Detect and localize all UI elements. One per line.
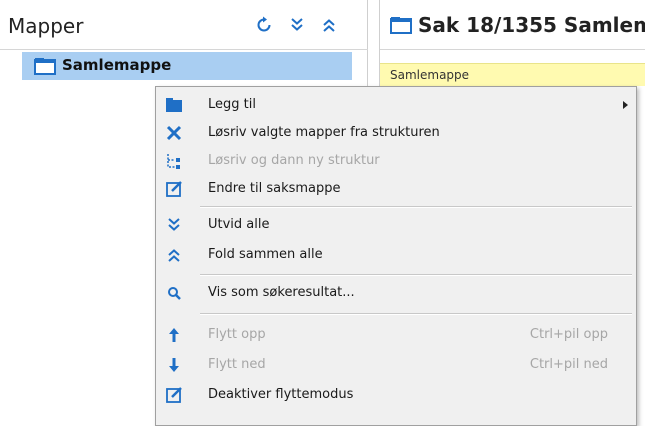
expand-all-icon[interactable] [287,15,307,35]
folder-icon [390,16,412,34]
tree-node-label[interactable]: Samlemappe [62,56,171,74]
edit-icon [164,179,184,199]
menu-item-label: Løsriv og dann ny struktur [208,153,380,168]
submenu-arrow-icon [623,101,628,109]
context-menu: Legg til Løsriv valgte mapper fra strukt… [155,86,637,426]
menu-item-detach-new-structure[interactable]: Løsriv og dann ny struktur [156,147,636,175]
delete-x-icon [164,123,184,143]
refresh-icon[interactable] [254,15,274,35]
arrow-up-icon [164,325,184,345]
menu-item-label: Utvid alle [208,217,270,232]
edit-icon [164,385,184,405]
menu-item-expand-all[interactable]: Utvid alle [156,211,636,239]
tree-structure-icon [164,151,184,171]
menu-item-label: Fold sammen alle [208,247,323,262]
menu-separator [200,313,632,315]
case-subtitle: Samlemappe [390,68,470,82]
menu-item-shortcut: Ctrl+pil ned [529,357,608,372]
folders-panel-header: Mapper [0,0,368,50]
menu-item-label: Flytt ned [208,357,266,372]
menu-item-detach-selected[interactable]: Løsriv valgte mapper fra strukturen [156,119,636,147]
case-panel-header: Sak 18/1355 Samlema [380,0,645,50]
menu-item-show-as-search-result[interactable]: Vis som søkeresultat... [156,279,636,307]
expand-all-icon [164,215,184,235]
menu-item-move-down[interactable]: Flytt ned Ctrl+pil ned [156,351,636,379]
search-icon [164,283,184,303]
case-title: Sak 18/1355 Samlema [418,13,645,37]
menu-item-change-to-case-folder[interactable]: Endre til saksmappe [156,175,636,203]
folder-icon [34,57,56,75]
menu-item-label: Flytt opp [208,327,266,342]
collapse-all-icon [164,245,184,265]
folder-icon [164,95,184,115]
menu-item-disable-move-mode[interactable]: Deaktiver flyttemodus [156,381,636,409]
menu-item-label: Legg til [208,97,256,112]
menu-item-shortcut: Ctrl+pil opp [529,327,608,342]
folders-panel-title: Mapper [8,14,84,38]
case-subtitle-bar: Samlemappe [380,63,645,86]
menu-item-add[interactable]: Legg til [156,91,636,119]
menu-item-label: Endre til saksmappe [208,181,341,196]
menu-separator [200,206,632,208]
arrow-down-icon [164,355,184,375]
menu-item-collapse-all[interactable]: Fold sammen alle [156,241,636,269]
menu-separator [200,274,632,276]
menu-item-move-up[interactable]: Flytt opp Ctrl+pil opp [156,321,636,349]
menu-item-label: Deaktiver flyttemodus [208,387,354,402]
collapse-all-icon[interactable] [319,15,339,35]
menu-item-label: Løsriv valgte mapper fra strukturen [208,125,440,140]
menu-item-label: Vis som søkeresultat... [208,285,355,300]
